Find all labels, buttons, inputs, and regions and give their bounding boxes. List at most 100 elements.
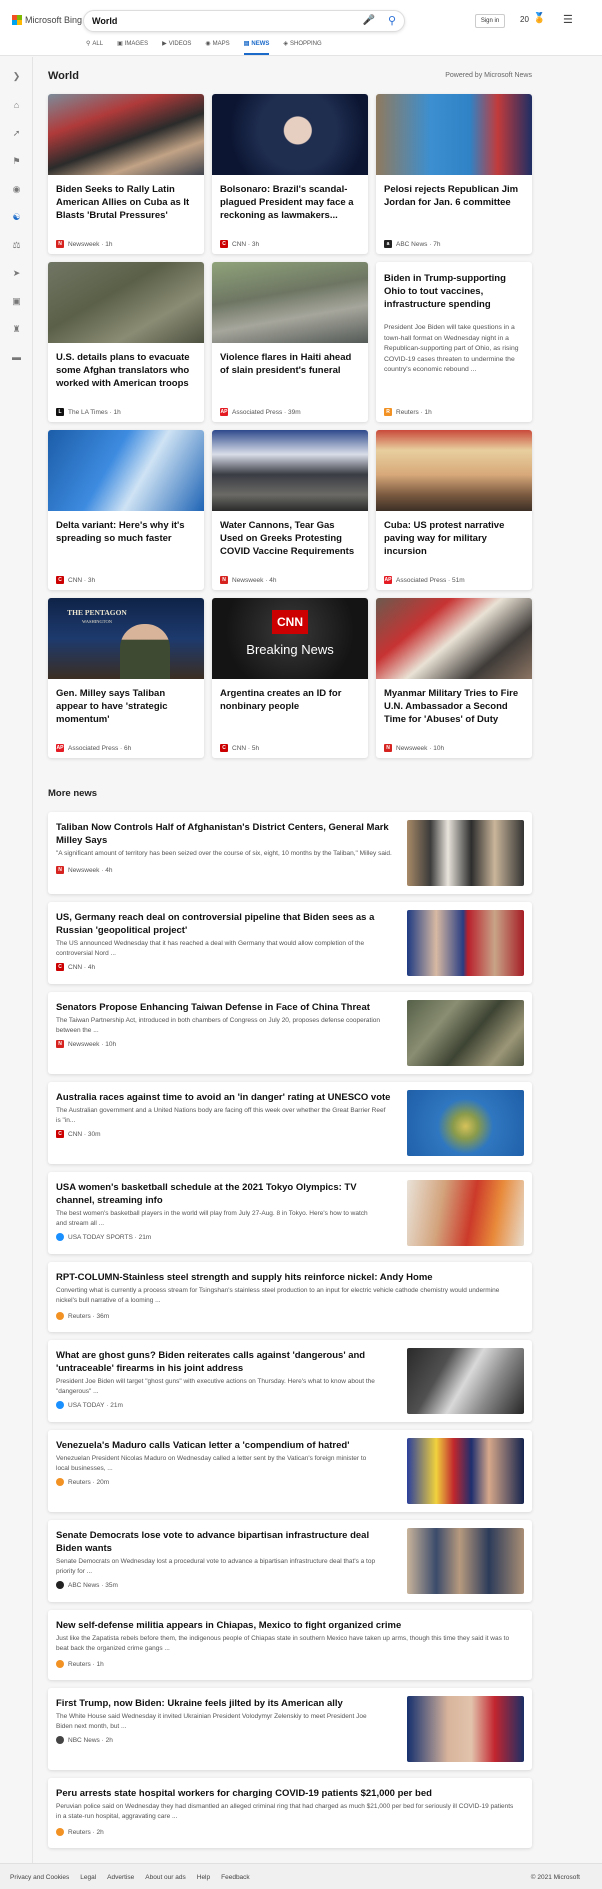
news-card[interactable]: Bolsonaro: Brazil's scandal-plagued Pres… (212, 94, 368, 254)
powered-by[interactable]: Powered by Microsoft News (445, 72, 532, 79)
card-title[interactable]: Gen. Milley says Taliban appear to have … (56, 687, 196, 726)
footer-link-about-ads[interactable]: About our ads (145, 1874, 185, 1881)
tag-icon: ◈ (283, 41, 288, 47)
news-row[interactable]: Australia races against time to avoid an… (48, 1082, 532, 1164)
card-source: C CNN · 3h (220, 240, 259, 248)
business-icon[interactable]: ⚖ (0, 240, 33, 251)
news-row[interactable]: Taliban Now Controls Half of Afghanistan… (48, 812, 532, 894)
news-card[interactable]: Myanmar Military Tries to Fire U.N. Amba… (376, 598, 532, 758)
card-title[interactable]: Cuba: US protest narrative paving way fo… (384, 519, 524, 558)
scope-tab-shopping[interactable]: ◈ SHOPPING (283, 40, 321, 55)
row-title[interactable]: Senate Democrats lose vote to advance bi… (56, 1529, 396, 1555)
news-card[interactable]: Pelosi rejects Republican Jim Jordan for… (376, 94, 532, 254)
news-card[interactable]: U.S. details plans to evacuate some Afgh… (48, 262, 204, 422)
card-title[interactable]: Myanmar Military Tries to Fire U.N. Amba… (384, 687, 524, 726)
card-title[interactable]: Delta variant: Here's why it's spreading… (56, 519, 196, 545)
news-card[interactable]: Biden Seeks to Rally Latin American Alli… (48, 94, 204, 254)
card-source: AP Associated Press · 6h (56, 744, 132, 752)
row-title[interactable]: New self-defense militia appears in Chia… (56, 1619, 516, 1632)
copyright: © 2021 Microsoft (530, 1874, 580, 1881)
card-title[interactable]: Bolsonaro: Brazil's scandal-plagued Pres… (220, 183, 360, 222)
sign-in-button[interactable]: Sign in (475, 14, 505, 28)
news-row[interactable]: USA women's basketball schedule at the 2… (48, 1172, 532, 1254)
news-row[interactable]: US, Germany reach deal on controversial … (48, 902, 532, 984)
news-row[interactable]: Venezuela's Maduro calls Vatican letter … (48, 1430, 532, 1512)
card-title[interactable]: Biden Seeks to Rally Latin American Alli… (56, 183, 196, 222)
row-title[interactable]: Australia races against time to avoid an… (56, 1091, 396, 1104)
row-title[interactable]: RPT-COLUMN-Stainless steel strength and … (56, 1271, 516, 1284)
news-row[interactable]: Senate Democrats lose vote to advance bi… (48, 1520, 532, 1602)
scope-tab-all[interactable]: ⚲ ALL (86, 40, 103, 55)
cnn-logo-icon: CNN (272, 610, 308, 634)
abc-news-logo-icon: a (384, 240, 392, 248)
usa-today-logo-icon (56, 1401, 64, 1409)
news-row[interactable]: Peru arrests state hospital workers for … (48, 1778, 532, 1848)
search-icon[interactable]: ⚲ (388, 14, 396, 27)
menu-icon[interactable]: ☰ (563, 13, 573, 26)
row-snippet: The Australian government and a United N… (56, 1107, 386, 1124)
news-row[interactable]: RPT-COLUMN-Stainless steel strength and … (48, 1262, 532, 1332)
news-row[interactable]: New self-defense militia appears in Chia… (48, 1610, 532, 1680)
footer-link-advertise[interactable]: Advertise (107, 1874, 134, 1881)
card-title[interactable]: Argentina creates an ID for nonbinary pe… (220, 687, 360, 713)
home-icon[interactable]: ⌂ (0, 100, 33, 110)
news-card[interactable]: Cuba: US protest narrative paving way fo… (376, 430, 532, 590)
news-card[interactable]: Violence flares in Haiti ahead of slain … (212, 262, 368, 422)
news-row[interactable]: What are ghost guns? Biden reiterates ca… (48, 1340, 532, 1422)
search-box[interactable]: World 🎤 ⚲ (83, 10, 405, 32)
search-input[interactable]: World (92, 16, 117, 26)
trending-icon[interactable]: ➚ (0, 128, 33, 139)
flag-icon[interactable]: ⚑ (0, 156, 33, 167)
technology-icon[interactable]: ➤ (0, 268, 33, 279)
row-title[interactable]: Peru arrests state hospital workers for … (56, 1787, 516, 1800)
card-image (376, 94, 532, 175)
news-row[interactable]: First Trump, now Biden: Ukraine feels ji… (48, 1688, 532, 1770)
news-card[interactable]: Delta variant: Here's why it's spreading… (48, 430, 204, 590)
rewards-points[interactable]: 20 (520, 15, 529, 24)
scope-tab-label: IMAGES (124, 41, 149, 47)
card-title[interactable]: U.S. details plans to evacuate some Afgh… (56, 351, 196, 390)
scope-tab-maps[interactable]: ◉ MAPS (205, 40, 229, 55)
news-row[interactable]: Senators Propose Enhancing Taiwan Defens… (48, 992, 532, 1074)
money-icon[interactable]: ▬ (0, 352, 33, 362)
card-title[interactable]: Biden in Trump-supporting Ohio to tout v… (384, 272, 524, 311)
scope-tab-videos[interactable]: ▶ VIDEOS (162, 40, 191, 55)
microphone-icon[interactable]: 🎤 (363, 15, 375, 26)
card-title[interactable]: Water Cannons, Tear Gas Used on Greeks P… (220, 519, 360, 558)
row-source: USA TODAY · 21m (56, 1401, 123, 1409)
reuters-logo-icon (56, 1660, 64, 1668)
world-globe-icon[interactable]: ☯ (0, 212, 33, 223)
card-source: AP Associated Press · 39m (220, 408, 301, 416)
footer-link-feedback[interactable]: Feedback (221, 1874, 250, 1881)
row-title[interactable]: Senators Propose Enhancing Taiwan Defens… (56, 1001, 396, 1014)
scope-tab-images[interactable]: ▣ IMAGES (117, 40, 148, 55)
reuters-logo-icon (56, 1478, 64, 1486)
footer-link-legal[interactable]: Legal (80, 1874, 96, 1881)
card-title[interactable]: Violence flares in Haiti ahead of slain … (220, 351, 360, 377)
news-card[interactable]: CNN Breaking News Argentina creates an I… (212, 598, 368, 758)
row-title[interactable]: Taliban Now Controls Half of Afghanistan… (56, 821, 396, 847)
card-image (212, 430, 368, 511)
cnn-logo-icon: C (56, 576, 64, 584)
row-title[interactable]: What are ghost guns? Biden reiterates ca… (56, 1349, 401, 1375)
location-icon[interactable]: ◉ (0, 184, 33, 195)
row-title[interactable]: US, Germany reach deal on controversial … (56, 911, 396, 937)
footer-link-privacy[interactable]: Privacy and Cookies (10, 1874, 69, 1881)
bing-logo[interactable]: Microsoft Bing (12, 15, 82, 25)
entertainment-icon[interactable]: ▣ (0, 296, 33, 307)
rewards-medal-icon[interactable]: 🏅 (533, 13, 545, 27)
scope-tab-news[interactable]: ▤ NEWS (243, 40, 269, 55)
news-card[interactable]: Water Cannons, Tear Gas Used on Greeks P… (212, 430, 368, 590)
footer-link-help[interactable]: Help (197, 1874, 210, 1881)
expand-rail-icon[interactable]: ❯ (0, 71, 33, 82)
row-title[interactable]: Venezuela's Maduro calls Vatican letter … (56, 1439, 396, 1452)
card-title[interactable]: Pelosi rejects Republican Jim Jordan for… (384, 183, 524, 209)
footer: Privacy and Cookies Legal Advertise Abou… (0, 1863, 602, 1889)
news-card[interactable]: Biden in Trump-supporting Ohio to tout v… (376, 262, 532, 422)
news-card[interactable]: THE PENTAGON WASHINGTON Gen. Milley says… (48, 598, 204, 758)
row-title[interactable]: USA women's basketball schedule at the 2… (56, 1181, 396, 1207)
row-snippet: The Taiwan Partnership Act, introduced i… (56, 1017, 380, 1034)
row-title[interactable]: First Trump, now Biden: Ukraine feels ji… (56, 1697, 396, 1710)
row-snippet: The best women's basketball players in t… (56, 1210, 368, 1227)
politics-icon[interactable]: ♜ (0, 324, 33, 335)
